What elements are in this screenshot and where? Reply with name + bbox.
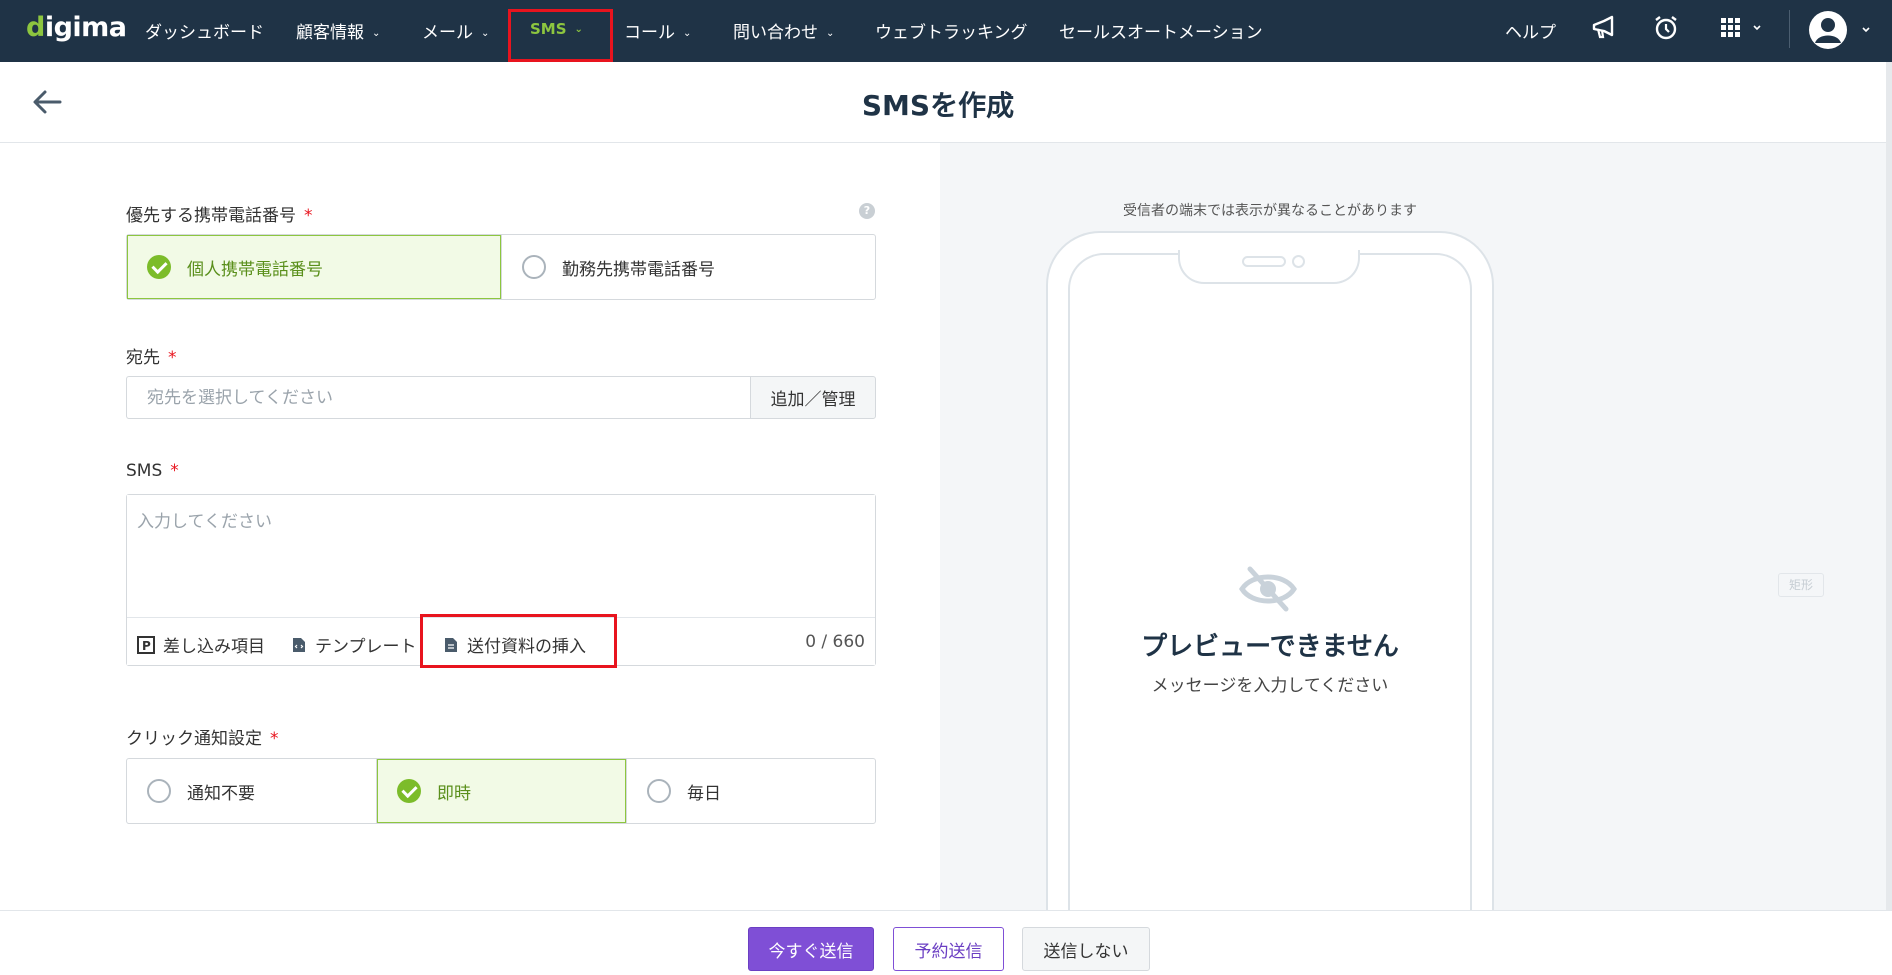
click-notify-label: クリック通知設定 * (126, 729, 279, 749)
shape-placeholder-tag: 矩形 (1778, 573, 1824, 597)
svg-text:P: P (142, 639, 151, 653)
do-not-send-button[interactable]: 送信しない (1022, 927, 1150, 971)
notify-option-immediate[interactable]: 即時 (376, 759, 626, 823)
recipient-label: 宛先 * (126, 348, 177, 368)
help-circle-icon[interactable]: ? (859, 203, 875, 219)
chevron-down-icon: ⌄ (683, 28, 692, 39)
template-code-icon (293, 637, 305, 652)
page-title: SMSを作成 (861, 89, 1015, 122)
page-header: SMSを作成 (0, 62, 1892, 143)
check-circle-icon (147, 255, 171, 279)
nav-help[interactable]: ヘルプ (1505, 18, 1556, 43)
sms-textarea[interactable] (127, 495, 875, 617)
chevron-down-icon: ⌄ (481, 28, 490, 39)
apps-grid-icon[interactable] (1719, 14, 1767, 44)
notify-option-none[interactable]: 通知不要 (127, 759, 376, 823)
preview-note: 受信者の端末では表示が異なることがあります (1123, 203, 1417, 219)
eye-off-icon (1238, 563, 1298, 615)
sms-label: SMS * (126, 461, 179, 481)
chevron-down-icon: ⌄ (826, 28, 835, 39)
user-avatar-icon[interactable] (1808, 10, 1880, 50)
merge-field-p-icon: P (137, 635, 155, 654)
template-button[interactable]: テンプレート (291, 632, 417, 657)
phone-option-personal[interactable]: 個人携帯電話番号 (127, 235, 501, 299)
radio-empty-icon (147, 779, 171, 803)
radio-empty-icon (647, 779, 671, 803)
top-navbar: digima ダッシュボード 顧客情報 ⌄ メール ⌄ SMS ⌄ コール ⌄ 問い合わ… (0, 0, 1892, 62)
page-scrollbar[interactable] (1886, 62, 1892, 910)
merge-field-button[interactable]: P 差し込み項目 (137, 632, 265, 657)
preview-unavailable-subtitle: メッセージを入力してください (1151, 676, 1389, 696)
nav-sales-automation[interactable]: セールスオートメーション (1059, 18, 1263, 43)
nav-mail[interactable]: メール ⌄ (422, 18, 489, 43)
nav-dashboard[interactable]: ダッシュボード (145, 18, 264, 43)
nav-divider (1789, 10, 1790, 48)
digima-logo[interactable]: digima (26, 12, 127, 43)
notify-option-daily[interactable]: 毎日 (626, 759, 875, 823)
recipient-add-manage-button[interactable]: 追加／管理 (750, 376, 876, 419)
chevron-down-icon: ⌄ (372, 28, 381, 39)
nav-call[interactable]: コール ⌄ (624, 18, 691, 43)
schedule-send-button[interactable]: 予約送信 (893, 927, 1004, 971)
check-circle-icon (397, 779, 421, 803)
phone-camera (1292, 255, 1305, 268)
click-notify-radio-group: 通知不要 即時 毎日 (126, 758, 876, 824)
send-now-button[interactable]: 今すぐ送信 (748, 927, 874, 971)
nav-sms-highlight (508, 9, 613, 62)
char-counter: 0 / 660 (805, 632, 865, 652)
alarm-clock-icon[interactable] (1652, 14, 1682, 44)
nav-customer-info[interactable]: 顧客情報 ⌄ (296, 18, 380, 43)
insert-attachment-highlight (420, 614, 617, 668)
nav-inquiry[interactable]: 問い合わせ ⌄ (733, 18, 834, 43)
radio-empty-icon (522, 255, 546, 279)
preview-unavailable-title: プレビューできません (1141, 632, 1399, 662)
recipient-input[interactable] (126, 376, 750, 419)
footer-action-bar: 今すぐ送信 予約送信 送信しない (0, 910, 1892, 975)
nav-web-tracking[interactable]: ウェブトラッキング (875, 18, 1028, 43)
phone-priority-radio-group: 個人携帯電話番号 勤務先携帯電話番号 (126, 234, 876, 300)
phone-priority-label: 優先する携帯電話番号 * (126, 206, 313, 226)
megaphone-icon[interactable] (1590, 14, 1620, 44)
phone-option-work[interactable]: 勤務先携帯電話番号 (501, 235, 875, 299)
phone-speaker (1242, 256, 1286, 267)
